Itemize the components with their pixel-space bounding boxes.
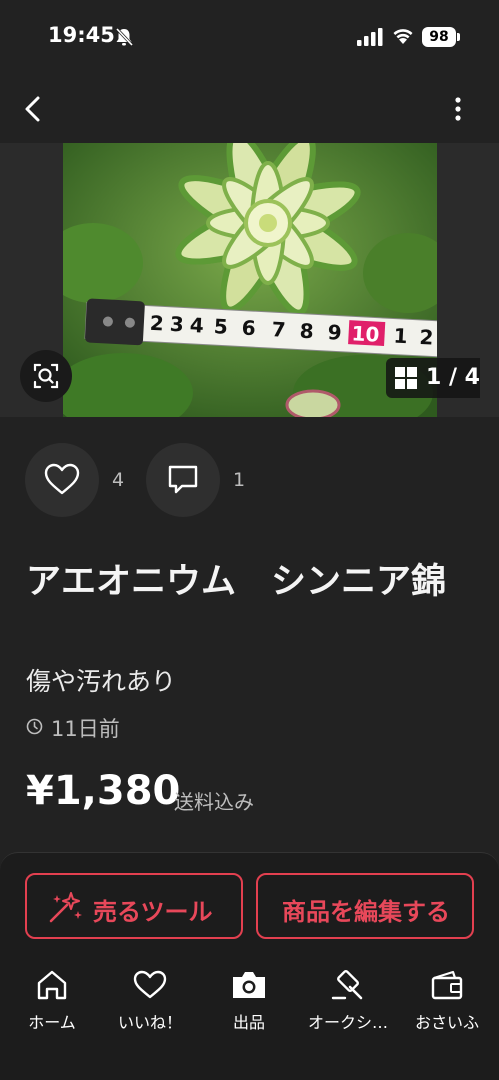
tab-likes-label: いいね！ (117, 1013, 182, 1032)
item-photo[interactable]: 2 3 4 5 6 7 8 9 10 1 2 (63, 143, 437, 417)
item-condition: 傷や汚れあり (26, 667, 177, 696)
battery-indicator: 98 (422, 27, 456, 47)
item-title: アエオニウム シンニア錦 (26, 562, 447, 602)
grid-icon (395, 367, 417, 389)
status-bar: 19:45 98 (0, 0, 499, 76)
camera-icon (233, 972, 265, 998)
tab-wallet-label: おさいふ (414, 1013, 479, 1032)
tape-number: 1 (393, 324, 408, 349)
tab-auction-label: オークシ… (307, 1013, 388, 1032)
edit-item-label: 商品を編集する (282, 898, 450, 926)
tape-number: 4 (189, 313, 204, 338)
tape-number: 6 (241, 316, 256, 341)
tab-wallet[interactable]: おさいふ (397, 969, 497, 1039)
status-time: 19:45 (48, 23, 115, 47)
tape-number: 2 (419, 325, 434, 350)
succulent-photo: 2 3 4 5 6 7 8 9 10 1 2 (63, 143, 437, 417)
bottom-action-bar: 売るツール 商品を編集する ホーム いいね！ 出品 オークシ… おさいふ (0, 852, 499, 1080)
tab-auction[interactable]: オークシ… (298, 969, 398, 1039)
heart-icon (133, 970, 167, 999)
sparkle-wand-icon (49, 892, 82, 923)
tape-number: 7 (271, 317, 286, 342)
shipping-info: 送料込み (174, 790, 254, 814)
tab-home-label: ホーム (28, 1013, 76, 1032)
item-detail-screen: 19:45 98 2 3 4 5 6 7 8 9 10 1 2 1 / 4 4 … (0, 0, 499, 1080)
comment-count: 1 (233, 469, 246, 491)
signal-icon (357, 28, 383, 46)
item-price: ¥1,380 (26, 768, 181, 814)
battery-tip (457, 33, 460, 41)
home-icon (37, 970, 67, 1000)
posted-time-text: 11日前 (51, 717, 120, 741)
comment-icon (168, 465, 198, 494)
like-count: 4 (112, 469, 125, 491)
tape-number: 9 (327, 320, 342, 345)
like-button[interactable] (25, 443, 99, 517)
bell-off-icon (115, 27, 134, 47)
tape-number: 10 (351, 321, 380, 346)
tape-number: 8 (299, 319, 314, 344)
edit-item-button[interactable]: 商品を編集する (256, 873, 474, 939)
tape-number: 3 (169, 312, 184, 337)
back-button[interactable] (18, 92, 50, 126)
sell-tools-button[interactable]: 売るツール (25, 873, 243, 939)
wifi-icon (393, 29, 413, 44)
more-options-button[interactable] (446, 94, 470, 124)
heart-icon (44, 463, 80, 495)
clock-icon (26, 718, 43, 735)
photo-counter[interactable]: 1 / 4 (386, 358, 480, 398)
tab-likes[interactable]: いいね！ (100, 969, 200, 1039)
tab-sell[interactable]: 出品 (199, 969, 299, 1039)
scan-search-icon (33, 363, 59, 389)
gavel-icon (331, 970, 363, 1000)
photo-counter-text: 1 / 4 (426, 365, 480, 390)
comment-button[interactable] (146, 443, 220, 517)
wallet-icon (431, 970, 463, 1000)
tab-sell-label: 出品 (232, 1013, 265, 1032)
zoom-button[interactable] (20, 350, 72, 402)
tape-number: 5 (213, 314, 228, 339)
tape-number: 2 (149, 311, 164, 336)
tab-home[interactable]: ホーム (2, 969, 102, 1039)
sell-tools-label: 売るツール (93, 898, 213, 926)
